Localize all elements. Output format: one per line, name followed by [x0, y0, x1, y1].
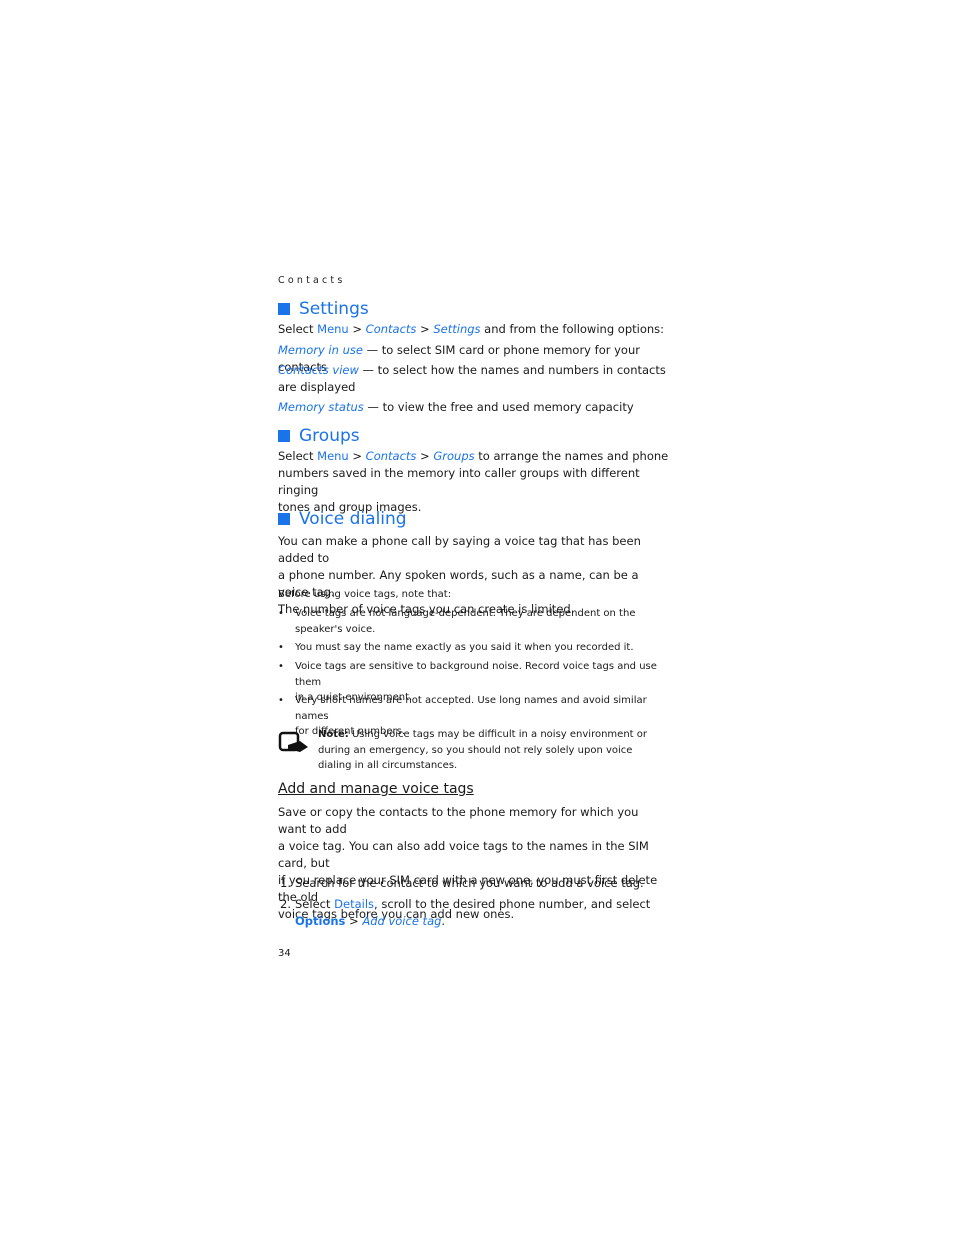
- bullet-item: • You must say the name exactly as you sa…: [278, 642, 634, 653]
- note-text: Note: Using voice tags may be difficult …: [318, 729, 647, 771]
- option-contacts-view: Contacts view — to select how the names …: [278, 363, 666, 394]
- note-hand-icon: [278, 731, 308, 752]
- bullet-item: • Very short names are not accepted. Use …: [278, 695, 647, 737]
- add-manage-heading: Add and manage voice tags: [278, 781, 474, 797]
- before-note: Before using voice tags, note that:: [278, 589, 452, 600]
- option-memory-status: Memory status — to view the free and use…: [278, 400, 634, 414]
- settings-intro: Select Menu > Contacts > Settings and fr…: [278, 322, 665, 336]
- groups-heading: Groups: [278, 426, 360, 446]
- heading-square-icon: [278, 303, 290, 315]
- voice-dialing-heading: Voice dialing: [278, 509, 407, 529]
- heading-square-icon: [278, 513, 290, 525]
- groups-text: Select Menu > Contacts > Groups to arran…: [278, 449, 669, 514]
- running-head: Contacts: [278, 275, 346, 286]
- bullet-item: • Voice tags are sensitive to background …: [278, 661, 657, 703]
- menu-link: Menu: [317, 322, 349, 336]
- step-item: 2. Select Details, scroll to the desired …: [280, 897, 651, 928]
- page-number: 34: [278, 948, 291, 959]
- bullet-item: • Voice tags are not language-dependent. …: [278, 608, 636, 635]
- settings-heading: Settings: [278, 299, 369, 319]
- heading-square-icon: [278, 430, 290, 442]
- step-item: 1. Search for the contact to which you wa…: [280, 876, 644, 890]
